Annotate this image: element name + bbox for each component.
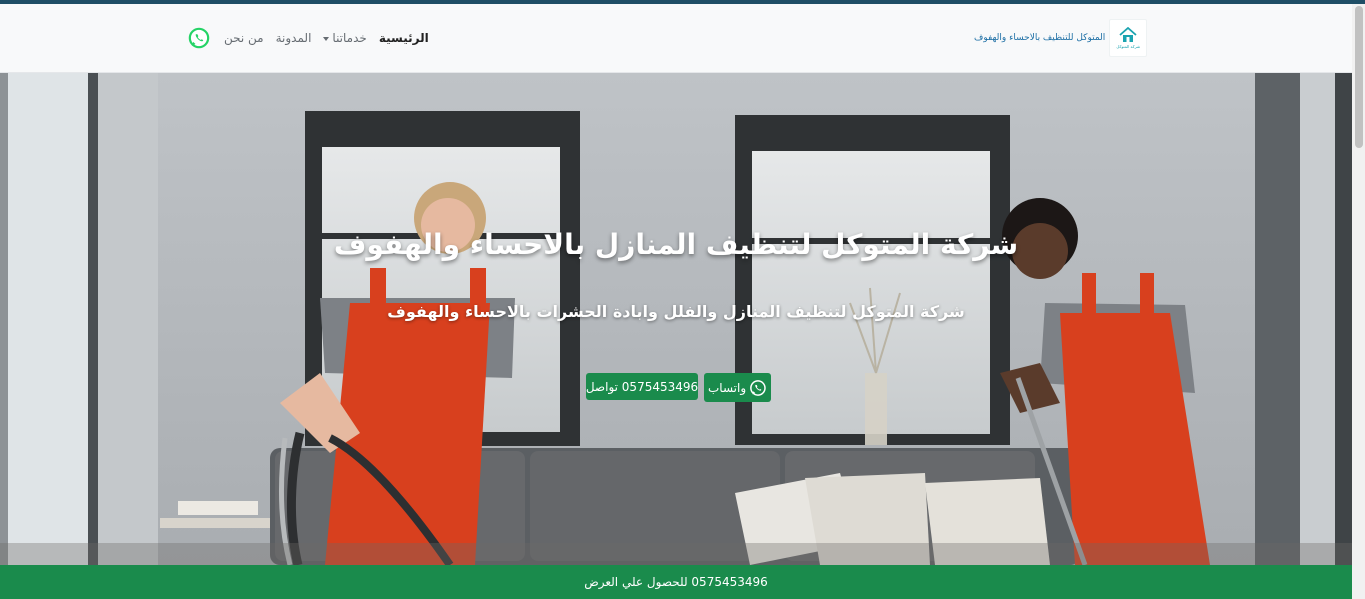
navbar: شركة المتوكل المتوكل للتنظيف بالاحساء وا… — [0, 4, 1352, 73]
brand-name: المتوكل للتنظيف بالاحساء والهفوف — [974, 33, 1106, 43]
caret-down-icon — [323, 36, 330, 41]
whatsapp-button[interactable]: واتساب — [704, 373, 771, 402]
hero-subtitle: شركة المتوكل لتنظيف المنازل والفلل واباد… — [387, 302, 965, 321]
nav-item-blog-label: المدونة — [275, 31, 312, 45]
hero-section: شركة المتوكل لتنظيف المنازل بالاحساء وال… — [0, 73, 1352, 565]
call-button-label: 0575453496 تواصل — [585, 379, 699, 394]
main-nav: الرئيسية خدماتنا المدونة من نحن — [188, 24, 429, 52]
nav-item-about-label: من نحن — [224, 31, 264, 45]
nav-item-services[interactable]: خدماتنا — [323, 31, 367, 45]
nav-item-home[interactable]: الرئيسية — [379, 31, 429, 45]
nav-item-about[interactable]: من نحن — [224, 31, 264, 45]
whatsapp-button-label: واتساب — [708, 380, 747, 395]
hero-title: شركة المتوكل لتنظيف المنازل بالاحساء وال… — [333, 228, 1019, 261]
offer-bar[interactable]: 0575453496 للحصول علي العرض — [0, 565, 1352, 599]
call-button[interactable]: 0575453496 تواصل — [586, 373, 698, 400]
offer-text: 0575453496 للحصول علي العرض — [584, 575, 768, 589]
scrollbar-thumb[interactable] — [1355, 6, 1363, 148]
house-logo-icon — [1119, 27, 1137, 42]
logo-caption: شركة المتوكل — [1116, 44, 1141, 49]
nav-item-home-label: الرئيسية — [378, 31, 429, 45]
cta-row: 0575453496 تواصل واتساب — [586, 373, 771, 402]
whatsapp-icon[interactable] — [188, 27, 210, 49]
nav-item-blog[interactable]: المدونة — [276, 31, 312, 45]
page-scrollbar[interactable] — [1352, 4, 1365, 599]
brand-logo: شركة المتوكل — [1109, 19, 1148, 57]
nav-item-services-label: خدماتنا — [332, 31, 367, 45]
brand-link[interactable]: شركة المتوكل المتوكل للتنظيف بالاحساء وا… — [974, 18, 1148, 58]
whatsapp-icon — [750, 379, 766, 396]
